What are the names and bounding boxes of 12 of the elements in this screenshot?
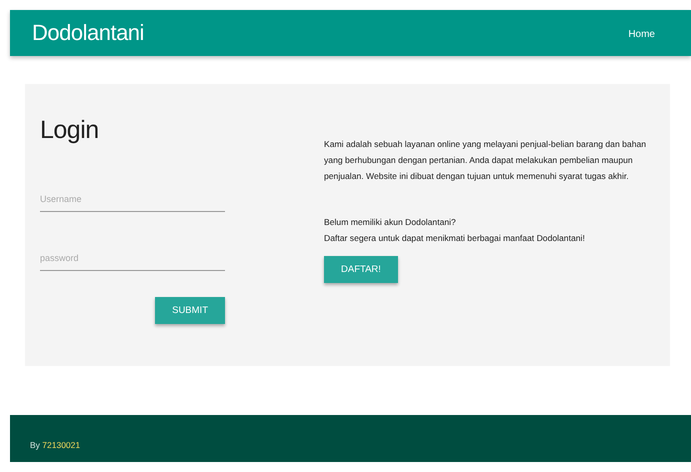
- submit-button[interactable]: SUBMIT: [155, 297, 225, 324]
- register-button[interactable]: DAFTAR!: [324, 256, 398, 283]
- invite-text: Daftar segera untuk dapat menikmati berbagai manfaat Dodolantani!: [324, 232, 586, 245]
- author-link[interactable]: 72130021: [42, 440, 80, 450]
- about-text: Kami adalah sebuah layanan online yang melayani penjual-belian barang dan bahan yang berhubungan dengan pertanian. Anda dapat melakukan pembelian maupun penjualan. Website ini dibuat dengan tujuan untuk memenuhi syarat tugas akhir.: [324, 138, 648, 183]
- footer-text: By 72130021: [30, 440, 80, 450]
- password-field[interactable]: password: [40, 253, 225, 271]
- question-text: Belum memiliki akun Dodolantani?: [324, 216, 457, 229]
- brand-logo[interactable]: Dodolantani: [32, 20, 144, 46]
- username-field[interactable]: Username: [40, 194, 225, 212]
- nav-link[interactable]: Home: [628, 29, 655, 40]
- login-title: Login: [40, 116, 100, 145]
